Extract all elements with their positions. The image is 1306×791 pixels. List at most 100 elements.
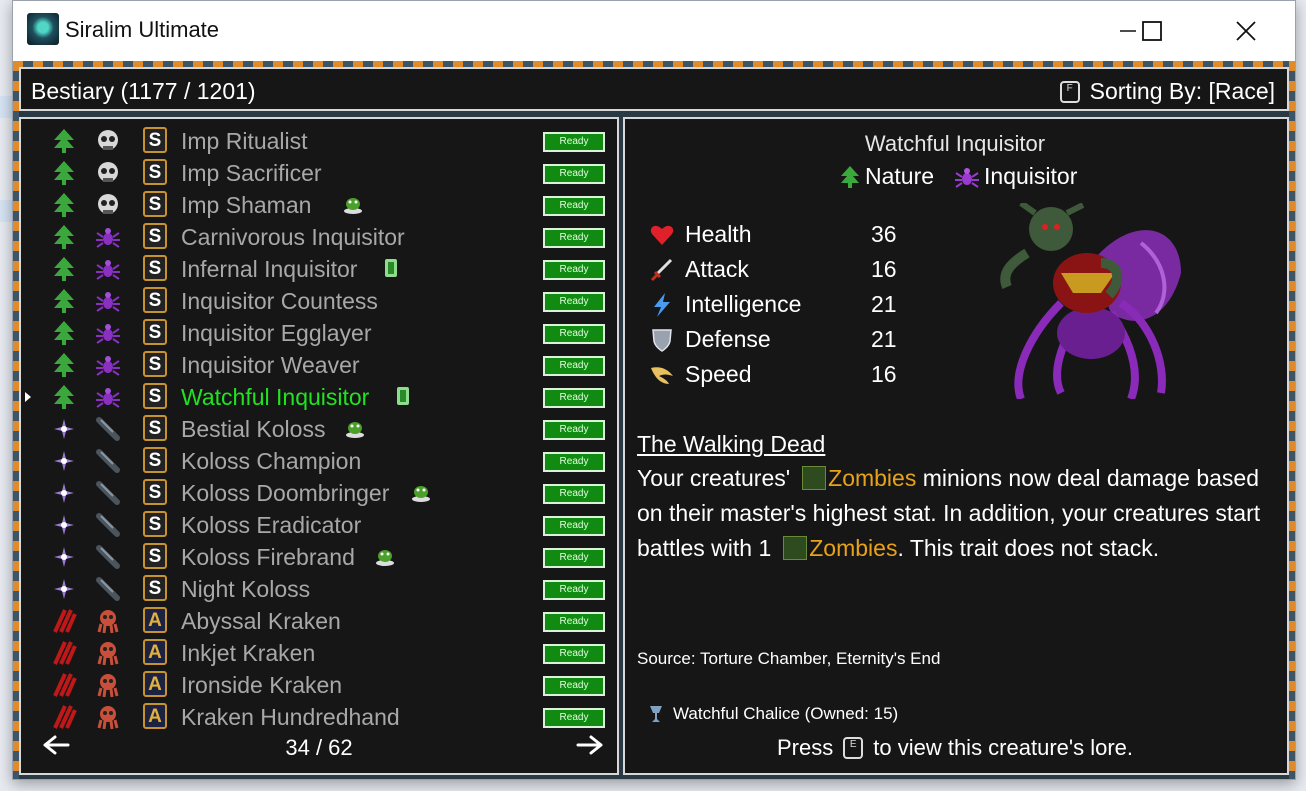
ready-badge[interactable]: Ready — [543, 676, 605, 696]
list-item[interactable]: S Bestial Koloss Ready — [21, 413, 617, 445]
creature-row-name: Ironside Kraken — [181, 672, 343, 698]
ready-badge[interactable]: Ready — [543, 228, 605, 248]
list-item[interactable]: S Night Koloss Ready — [21, 573, 617, 605]
inquisitor-race-icon — [95, 352, 121, 378]
ready-badge[interactable]: Ready — [543, 452, 605, 472]
stat-value: 36 — [871, 221, 897, 247]
kraken-race-icon — [95, 608, 121, 634]
ready-badge[interactable]: Ready — [543, 292, 605, 312]
list-item[interactable]: A Inkjet Kraken Ready — [21, 637, 617, 669]
ready-badge[interactable]: Ready — [543, 196, 605, 216]
creature-row-name: Kraken Hundredhand — [181, 704, 400, 730]
creature-detail: Watchful Inquisitor Nature Inquisitor He… — [623, 117, 1289, 775]
stat-row-health: Health 36 — [649, 219, 909, 251]
ready-badge[interactable]: Ready — [543, 708, 605, 728]
kraken-race-icon — [95, 640, 121, 666]
window-title: Siralim Ultimate — [65, 17, 220, 42]
list-item[interactable]: A Ironside Kraken Ready — [21, 669, 617, 701]
maximize-button[interactable] — [1129, 11, 1175, 51]
nature-class-icon — [51, 320, 77, 346]
spell-book-icon: S — [143, 159, 167, 185]
ready-badge[interactable]: Ready — [543, 324, 605, 344]
list-item[interactable]: A Kraken Hundredhand Ready — [21, 701, 617, 733]
ready-badge[interactable]: Ready — [543, 388, 605, 408]
game-viewport: Bestiary (1177 / 1201) F Sorting By: [Ra… — [13, 61, 1295, 779]
creature-types: Nature Inquisitor — [839, 163, 1077, 190]
spell-book-icon: S — [143, 575, 167, 601]
list-item[interactable]: S Koloss Firebrand Ready — [21, 541, 617, 573]
creature-sprite — [1000, 203, 1181, 399]
ready-badge[interactable]: Ready — [543, 356, 605, 376]
sorcery-class-icon — [51, 448, 77, 474]
close-button[interactable] — [1223, 11, 1269, 51]
koloss-race-icon — [95, 448, 121, 474]
list-item[interactable]: S Carnivorous Inquisitor Ready — [21, 221, 617, 253]
list-item[interactable]: S Watchful Inquisitor Ready — [21, 381, 617, 413]
border-decoration — [1289, 61, 1295, 779]
spell-book-icon: A — [143, 639, 167, 665]
sort-control[interactable]: F Sorting By: [Race] — [1059, 78, 1275, 105]
stat-value: 16 — [871, 361, 897, 387]
list-item[interactable]: S Koloss Champion Ready — [21, 445, 617, 477]
spell-book-icon: A — [143, 671, 167, 697]
zombies-keyword: Zombies — [809, 535, 898, 561]
slime-badge-icon — [411, 482, 431, 502]
list-item[interactable]: A Abyssal Kraken Ready — [21, 605, 617, 637]
next-page-arrow-icon[interactable] — [575, 733, 605, 757]
ready-badge[interactable]: Ready — [543, 516, 605, 536]
shield-icon — [649, 327, 675, 353]
nature-class-icon — [51, 256, 77, 282]
creature-row-name: Carnivorous Inquisitor — [181, 224, 405, 250]
koloss-race-icon — [95, 576, 121, 602]
list-item[interactable]: S Imp Shaman Ready — [21, 189, 617, 221]
chaos-class-icon — [51, 608, 77, 634]
list-item[interactable]: S Koloss Eradicator Ready — [21, 509, 617, 541]
spell-book-icon: S — [143, 255, 167, 281]
list-item[interactable]: S Imp Ritualist Ready — [21, 125, 617, 157]
creature-row-name: Imp Shaman — [181, 192, 312, 218]
app-window: Siralim Ultimate Bestiary (1177 / 1201) … — [12, 0, 1296, 780]
creature-row-name: Infernal Inquisitor — [181, 256, 358, 282]
inquisitor-race-icon — [95, 224, 121, 250]
stat-label: Defense — [685, 326, 771, 352]
ready-badge[interactable]: Ready — [543, 164, 605, 184]
ready-badge[interactable]: Ready — [543, 580, 605, 600]
list-item[interactable]: S Inquisitor Weaver Ready — [21, 349, 617, 381]
list-item[interactable]: S Koloss Doombringer Ready — [21, 477, 617, 509]
ready-badge[interactable]: Ready — [543, 260, 605, 280]
creature-list: S Imp Ritualist Ready S Imp Sacrificer Ready S… — [19, 117, 619, 775]
heart-icon — [649, 222, 675, 248]
ready-badge[interactable]: Ready — [543, 548, 605, 568]
lore-prompt[interactable]: Press E to view this creature's lore. — [625, 735, 1285, 761]
nature-class-icon — [51, 192, 77, 218]
ready-badge[interactable]: Ready — [543, 420, 605, 440]
koloss-race-icon — [95, 544, 121, 570]
creature-row-name: Koloss Doombringer — [181, 480, 390, 506]
stat-label: Health — [685, 221, 752, 247]
koloss-race-icon — [95, 480, 121, 506]
ready-badge[interactable]: Ready — [543, 644, 605, 664]
list-item[interactable]: S Inquisitor Egglayer Ready — [21, 317, 617, 349]
wing-icon — [649, 362, 675, 388]
imp-race-icon — [95, 192, 121, 218]
nature-class-icon — [51, 224, 77, 250]
ready-badge[interactable]: Ready — [543, 132, 605, 152]
stat-label: Speed — [685, 361, 752, 387]
list-item[interactable]: S Infernal Inquisitor Ready — [21, 253, 617, 285]
stat-label: Intelligence — [685, 291, 802, 317]
creature-row-name: Imp Sacrificer — [181, 160, 322, 186]
spell-book-icon: S — [143, 447, 167, 473]
nature-class-icon — [51, 288, 77, 314]
chaos-class-icon — [51, 704, 77, 730]
spell-book-icon: S — [143, 351, 167, 377]
list-item[interactable]: S Inquisitor Countess Ready — [21, 285, 617, 317]
ready-badge[interactable]: Ready — [543, 484, 605, 504]
imp-race-icon — [95, 128, 121, 154]
spell-book-icon: S — [143, 127, 167, 153]
key-f-icon: F — [1059, 80, 1080, 103]
stat-row-defense: Defense 21 — [649, 324, 909, 356]
spell-book-icon: S — [143, 319, 167, 345]
ready-badge[interactable]: Ready — [543, 612, 605, 632]
creature-row-name: Watchful Inquisitor — [181, 384, 370, 410]
list-item[interactable]: S Imp Sacrificer Ready — [21, 157, 617, 189]
